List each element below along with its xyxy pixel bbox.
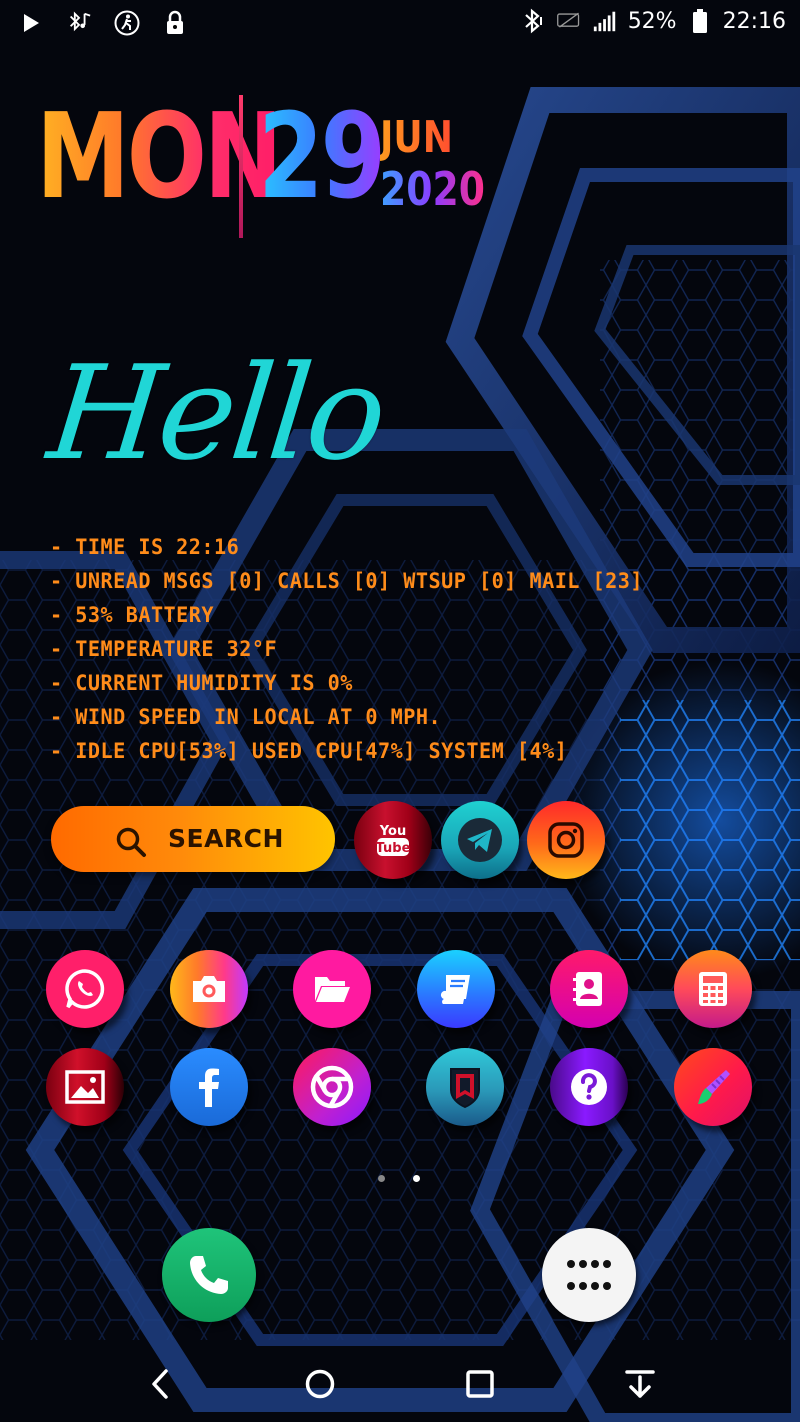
status-bar[interactable]: 52% 22:16: [0, 0, 800, 48]
info-time: - TIME IS 22:16: [50, 535, 240, 559]
month: JUN: [380, 112, 453, 163]
date-divider: [239, 95, 243, 238]
facebook-icon[interactable]: [170, 1048, 248, 1126]
search-bar[interactable]: SEARCH: [51, 806, 335, 872]
instagram-icon[interactable]: [527, 801, 605, 879]
recents-icon[interactable]: [458, 1362, 502, 1406]
bluetooth-icon: [520, 8, 546, 34]
battery-icon: [687, 8, 713, 34]
info-humidity: - CURRENT HUMIDITY IS 0%: [50, 671, 353, 695]
signal-icon: [592, 8, 618, 34]
navigation-bar[interactable]: [0, 1342, 800, 1422]
calculator-icon[interactable]: [674, 950, 752, 1028]
accessibility-icon: [114, 10, 140, 36]
app-drawer-icon[interactable]: [542, 1228, 636, 1322]
bluetooth-music-icon: [66, 10, 92, 36]
day-of-week: MON: [36, 87, 283, 225]
info-wind: - WIND SPEED IN LOCAL AT 0 MPH.: [50, 705, 442, 729]
back-icon[interactable]: [138, 1362, 182, 1406]
lock-icon: [162, 10, 188, 36]
youtube-label-bottom: Tube: [376, 841, 411, 856]
camera-icon[interactable]: [170, 950, 248, 1028]
phone-icon[interactable]: [162, 1228, 256, 1322]
youtube-icon[interactable]: You Tube: [354, 801, 432, 879]
home-icon[interactable]: [298, 1362, 342, 1406]
status-time: 22:16: [722, 8, 786, 34]
year: 2020: [380, 162, 485, 216]
page-indicator[interactable]: [378, 1175, 420, 1182]
telegram-icon[interactable]: [441, 801, 519, 879]
info-battery: - 53% BATTERY: [50, 603, 215, 627]
info-temperature: - TEMPERATURE 32°F: [50, 637, 278, 661]
day-of-month: 29: [258, 87, 386, 225]
chrome-icon[interactable]: [293, 1048, 371, 1126]
info-unread: - UNREAD MSGS [0] CALLS [0] WTSUP [0] MA…: [50, 569, 644, 593]
folder-icon[interactable]: [293, 950, 371, 1028]
battery-percent: 52%: [627, 8, 677, 34]
greeting-text: Hello: [42, 337, 390, 489]
paint-icon[interactable]: [674, 1048, 752, 1126]
search-icon: [115, 826, 147, 858]
help-icon[interactable]: [550, 1048, 628, 1126]
info-cpu: - IDLE CPU[53%] USED CPU[47%] SYSTEM [4%…: [50, 739, 568, 763]
shield-icon[interactable]: [426, 1048, 504, 1126]
page-dot-2[interactable]: [413, 1175, 420, 1182]
book-icon[interactable]: [417, 950, 495, 1028]
no-sim-icon: [556, 8, 582, 34]
youtube-label-top: You: [379, 824, 406, 839]
gallery-icon[interactable]: [46, 1048, 124, 1126]
play-icon: [18, 10, 44, 36]
search-label: SEARCH: [168, 824, 284, 853]
contacts-icon[interactable]: [550, 950, 628, 1028]
info-widget[interactable]: - TIME IS 22:16 - UNREAD MSGS [0] CALLS …: [50, 530, 668, 768]
whatsapp-icon[interactable]: [46, 950, 124, 1028]
notification-pull-icon[interactable]: [618, 1362, 662, 1406]
page-dot-1[interactable]: [378, 1175, 385, 1182]
